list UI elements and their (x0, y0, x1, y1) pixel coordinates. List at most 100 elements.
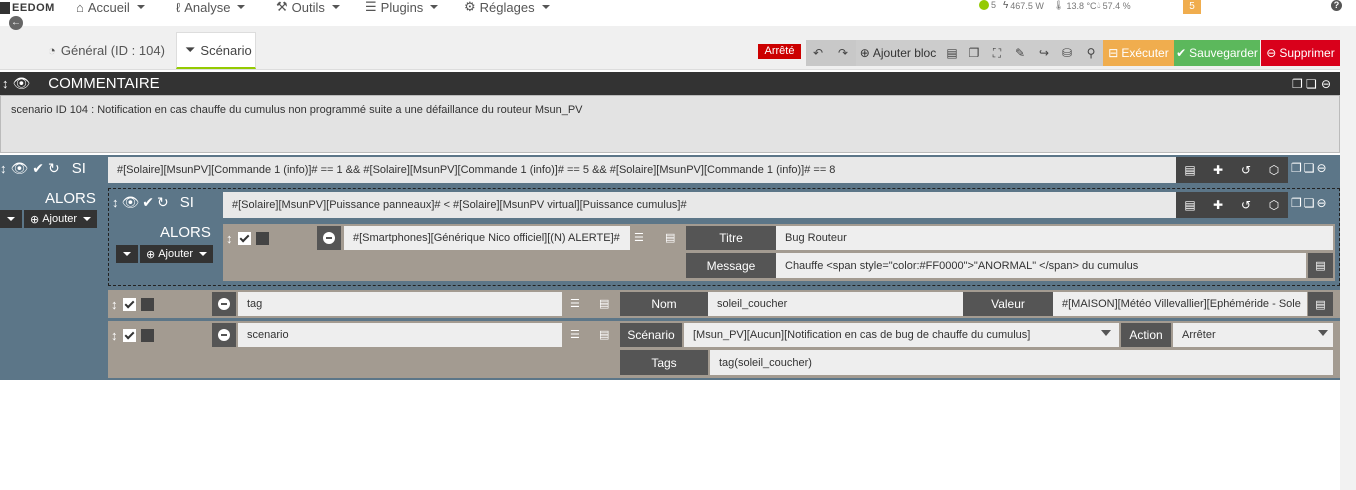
drag-handle-icon[interactable]: ↕ (111, 328, 118, 343)
action-command-field[interactable]: scenario (238, 323, 562, 347)
valeur-options-icon[interactable]: ▤ (1308, 292, 1333, 316)
drag-handle-icon[interactable]: ↕ (112, 195, 119, 210)
action-command-field[interactable]: #[Smartphones][Générique Nico officiel][… (344, 226, 630, 250)
check-icon[interactable]: ✔ (142, 194, 154, 211)
nav-outils[interactable]: ⚒ Outils (276, 0, 340, 15)
collapse-caret-button[interactable] (116, 245, 138, 263)
remove-action-button[interactable] (212, 323, 236, 347)
puzzle-icon[interactable]: ✚ (1204, 157, 1232, 183)
list-alt-icon[interactable]: ▤ (599, 297, 609, 310)
tab-general[interactable]: ◔ Général (ID : 104) (40, 32, 173, 69)
parallel-checkbox[interactable] (255, 232, 269, 245)
paste-block-icon[interactable]: ❏ (1304, 161, 1315, 175)
si-block-outer-header: ↕ 👁︎ ✔ ↻ SI (0, 160, 86, 177)
puzzle-icon[interactable]: ✚ (1204, 192, 1232, 218)
redo-icon[interactable]: ↷ (830, 40, 856, 66)
si-condition-outer[interactable]: #[Solaire][MsunPV][Commande 1 (info)]# =… (108, 157, 1176, 183)
drag-handle-icon[interactable]: ↕ (226, 231, 233, 246)
drag-handle-icon[interactable]: ↕ (0, 161, 7, 176)
copy-block-icon[interactable]: ❐ (1292, 77, 1303, 91)
parallel-checkbox[interactable] (140, 298, 154, 311)
enable-checkbox[interactable] (122, 298, 136, 311)
message-options-icon[interactable]: ▤ (1308, 253, 1333, 278)
nav-reglages[interactable]: ⚙ Réglages (464, 0, 550, 15)
add-button[interactable]: ⊕ Ajouter (24, 210, 98, 228)
back-icon[interactable]: ← (9, 16, 23, 30)
save-button[interactable]: ✔ Sauvegarder (1174, 40, 1260, 66)
eye-icon[interactable]: 👁︎ (122, 194, 140, 211)
help-icon[interactable]: ? (1331, 0, 1342, 11)
expand-icon[interactable]: ⛶ (985, 40, 1009, 66)
tab-scenario[interactable]: ⏷ Scénario (176, 32, 256, 69)
nav-analyse[interactable]: ℓ Analyse (176, 0, 246, 15)
list-alt-icon[interactable]: ▤ (599, 328, 609, 341)
nom-input[interactable]: soleil_coucher (708, 292, 963, 316)
action-select[interactable]: Arrêter (1173, 323, 1333, 347)
action-controls: ↕ (111, 297, 154, 312)
titre-label: Titre (686, 226, 776, 250)
list-alt-icon[interactable]: ▤ (665, 231, 675, 244)
scrollbar[interactable] (1340, 26, 1356, 490)
list-icon[interactable]: ▤ (1176, 157, 1204, 183)
eye-icon[interactable]: 👁︎ (13, 75, 31, 92)
refresh-icon[interactable]: ↻ (157, 194, 169, 211)
comment-textarea[interactable]: scenario ID 104 : Notification en cas ch… (0, 95, 1340, 153)
remove-action-button[interactable] (212, 292, 236, 316)
check-icon[interactable]: ✔ (32, 160, 44, 177)
list-ol-icon[interactable]: ☰ (570, 297, 580, 310)
remove-block-icon[interactable]: ⊖ (1317, 161, 1327, 175)
parallel-checkbox[interactable] (140, 329, 154, 342)
undo-icon[interactable]: ↶ (806, 40, 830, 66)
cube-icon[interactable]: ⬡ (1260, 157, 1288, 183)
file-icon[interactable]: ▤ (940, 40, 964, 66)
nav-plugins[interactable]: ☰ Plugins (365, 0, 439, 15)
delete-button[interactable]: ⊖ Supprimer (1261, 40, 1340, 66)
eye-icon[interactable]: 👁︎ (11, 160, 29, 177)
drag-handle-icon[interactable]: ↕ (2, 76, 9, 91)
caret-down-icon (541, 5, 550, 9)
paste-block-icon[interactable]: ❏ (1306, 77, 1317, 91)
paste-block-icon[interactable]: ❏ (1304, 196, 1315, 210)
add-label: Ajouter (158, 248, 194, 260)
si-condition-inner[interactable]: #[Solaire][MsunPV][Puissance panneaux]# … (223, 192, 1176, 218)
remove-action-button[interactable] (317, 226, 341, 250)
scenario-select[interactable]: [Msun_PV][Aucun][Notification en cas de … (684, 323, 1119, 347)
remove-block-icon[interactable]: ⊖ (1321, 77, 1331, 91)
tags-input[interactable]: tag(soleil_coucher) (710, 350, 1333, 375)
message-textarea[interactable]: Chauffe <span style="color:#FF0000">"ANO… (776, 253, 1306, 278)
nav-label: Réglages (479, 0, 535, 15)
edit-icon[interactable]: ✎ (1008, 40, 1032, 66)
valeur-input[interactable]: #[MAISON][Météo Villevallier][Ephéméride… (1053, 292, 1307, 316)
temperature-status: 🌡︎ 13.8 °C (1053, 0, 1097, 11)
execute-button[interactable]: ⊟ Exécuter (1103, 40, 1174, 66)
add-block-button[interactable]: ⊕ Ajouter bloc (856, 40, 940, 66)
jeedom-logo[interactable]: EEDOM (0, 0, 55, 16)
collapse-caret-button[interactable] (0, 210, 22, 228)
users-status[interactable]: 5 (979, 0, 996, 10)
cubes-icon[interactable]: ⛁ (1055, 40, 1079, 66)
minus-circle-icon (218, 298, 230, 310)
copy-icon[interactable]: ❐ (962, 40, 986, 66)
refresh-icon[interactable]: ↻ (48, 160, 60, 177)
add-button[interactable]: ⊕ Ajouter (140, 245, 214, 263)
copy-block-icon[interactable]: ❐ (1291, 161, 1302, 175)
notification-badge[interactable]: 5 (1183, 0, 1201, 14)
remove-block-icon[interactable]: ⊖ (1317, 196, 1327, 210)
enable-checkbox[interactable] (122, 329, 136, 342)
history-icon[interactable]: ↺ (1232, 157, 1260, 183)
share-icon[interactable]: ↪ (1032, 40, 1056, 66)
nav-accueil[interactable]: ⌂ Accueil (76, 0, 145, 15)
copy-block-icon[interactable]: ❐ (1291, 196, 1302, 210)
list-ol-icon[interactable]: ☰ (634, 231, 644, 244)
cube-icon[interactable]: ⬡ (1260, 192, 1288, 218)
list-ol-icon[interactable]: ☰ (570, 328, 580, 341)
titre-input[interactable]: Bug Routeur (776, 226, 1333, 250)
top-navbar: EEDOM ⌂ Accueil ℓ Analyse ⚒ Outils ☰ Plugins… (0, 0, 1356, 26)
history-icon[interactable]: ↺ (1232, 192, 1260, 218)
enable-checkbox[interactable] (237, 232, 251, 245)
block-outer-actions: ❐ ❏ ⊖ (1291, 161, 1327, 175)
list-icon[interactable]: ▤ (1176, 192, 1204, 218)
action-command-field[interactable]: tag (238, 292, 562, 316)
search-icon[interactable]: ⚲ (1079, 40, 1103, 66)
drag-handle-icon[interactable]: ↕ (111, 297, 118, 312)
